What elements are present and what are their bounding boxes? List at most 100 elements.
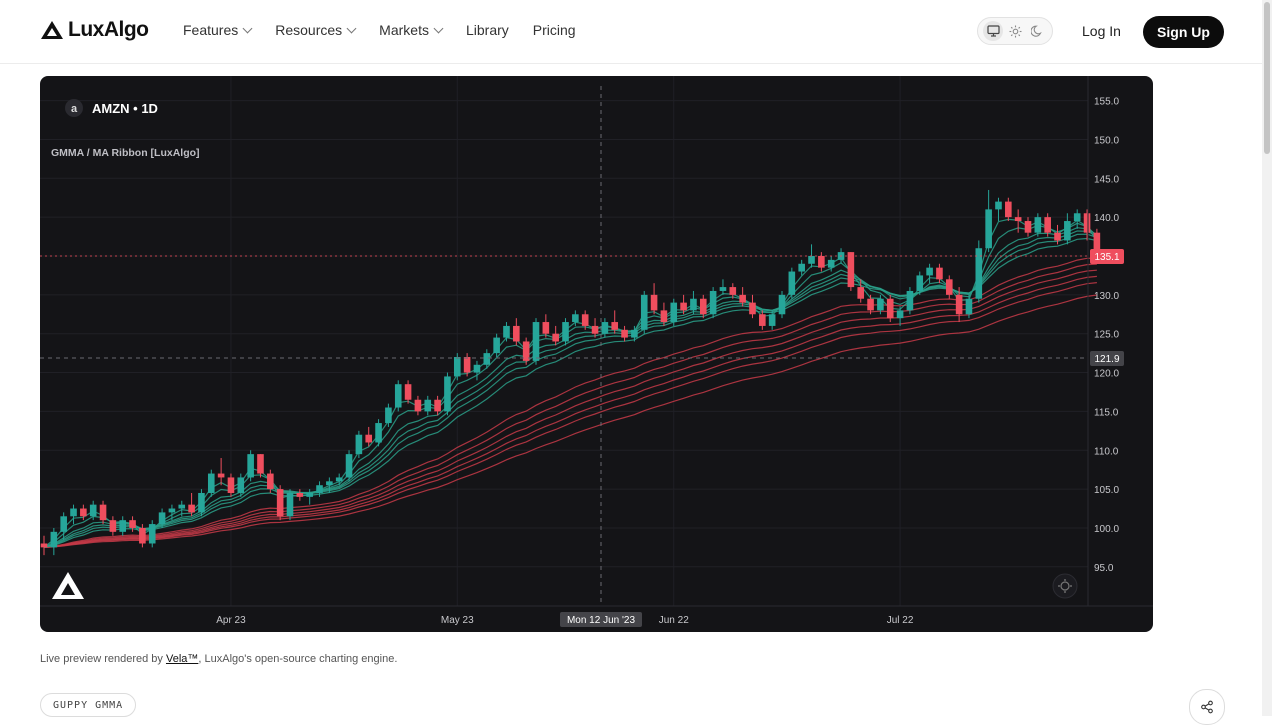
nav-label: Pricing — [532, 22, 576, 38]
moon-icon — [1031, 25, 1042, 37]
price-tick-label: 140.0 — [1094, 213, 1119, 224]
last-price-label: 135.1 — [1094, 252, 1119, 263]
candle — [1064, 213, 1071, 245]
share-button[interactable] — [1189, 689, 1225, 725]
candle — [168, 504, 176, 521]
candle — [148, 520, 156, 548]
candle — [788, 267, 796, 299]
candle — [1024, 217, 1032, 237]
candle — [749, 294, 756, 319]
nav-item-markets[interactable]: Markets — [379, 22, 444, 38]
candle — [257, 454, 264, 478]
nav-item-library[interactable]: Library — [466, 22, 509, 38]
nav-label: Resources — [275, 22, 343, 38]
vela-link[interactable]: Vela™ — [166, 653, 198, 665]
price-tick-label: 150.0 — [1094, 135, 1119, 146]
candle — [276, 485, 284, 521]
price-tick-label: 125.0 — [1094, 330, 1119, 341]
date-tick-label: Apr 23 — [216, 615, 246, 626]
candle — [286, 489, 294, 521]
candle — [345, 450, 353, 482]
price-tick-label: 130.0 — [1094, 291, 1119, 302]
sun-icon — [1009, 25, 1021, 37]
candle — [40, 535, 48, 556]
nav-label: Features — [183, 22, 239, 38]
candle — [906, 287, 914, 315]
topic-tag[interactable]: GUPPY GMMA — [40, 693, 137, 717]
crosshair-price-label: 121.9 — [1094, 354, 1119, 365]
chart-preview[interactable]: 155.0150.0145.0140.0135.0130.0125.0120.0… — [40, 76, 1153, 632]
main-nav: Features Resources Markets Library Prici… — [183, 22, 576, 38]
candle — [394, 380, 402, 412]
date-tick-label: May 23 — [441, 615, 474, 626]
luxalgo-logo[interactable]: LuxAlgo — [40, 18, 149, 42]
candle — [552, 325, 559, 346]
candle — [414, 395, 422, 416]
scrollbar-thumb[interactable] — [1264, 2, 1270, 154]
candle — [424, 395, 432, 416]
candle — [453, 353, 461, 381]
share-icon — [1201, 700, 1213, 714]
candle — [434, 395, 441, 416]
theme-light-button[interactable] — [1005, 21, 1025, 41]
chart-settings-button[interactable] — [1052, 573, 1078, 599]
candle — [670, 298, 678, 326]
nav-item-features[interactable]: Features — [183, 22, 253, 38]
symbol-name: AMZN — [92, 101, 130, 116]
symbol-badge-letter: a — [71, 103, 78, 115]
candle — [719, 279, 727, 295]
indicator-label: GMMA / MA Ribbon [LuxAlgo] — [51, 147, 200, 159]
chart-caption: Live preview rendered by Vela™, LuxAlgo'… — [40, 653, 397, 665]
nav-label: Markets — [379, 22, 429, 38]
candlestick-chart[interactable]: 155.0150.0145.0140.0135.0130.0125.0120.0… — [40, 76, 1153, 632]
luxalgo-watermark-icon — [52, 572, 84, 599]
top-navigation-bar: LuxAlgo Features Resources Markets Libra… — [0, 0, 1262, 64]
candle — [650, 283, 658, 315]
candle — [591, 318, 599, 338]
candle — [522, 337, 530, 365]
candle — [640, 290, 648, 334]
symbol-title: AMZN • 1D — [92, 101, 158, 116]
candle — [1083, 209, 1091, 241]
price-tick-label: 115.0 — [1094, 407, 1119, 418]
price-tick-label: 100.0 — [1094, 524, 1119, 535]
candle — [975, 240, 983, 303]
brand-name: LuxAlgo — [68, 18, 149, 41]
theme-system-button[interactable] — [983, 21, 1003, 41]
price-tick-label: 110.0 — [1094, 446, 1119, 457]
price-tick-label: 95.0 — [1094, 563, 1114, 574]
nav-item-pricing[interactable]: Pricing — [533, 22, 576, 38]
candle — [444, 372, 451, 416]
symbol-interval: 1D — [141, 101, 158, 116]
candle — [306, 489, 313, 505]
candle — [985, 189, 992, 253]
nav-item-resources[interactable]: Resources — [275, 22, 357, 38]
theme-dark-button[interactable] — [1027, 21, 1047, 41]
candle — [729, 283, 737, 299]
candle — [217, 458, 225, 486]
candle — [473, 360, 481, 381]
chevron-down-icon — [433, 23, 444, 33]
caption-suffix: , LuxAlgo's open-source charting engine. — [198, 653, 398, 665]
candle — [50, 527, 58, 556]
candle — [207, 469, 215, 497]
candle — [227, 473, 235, 497]
candle — [709, 287, 717, 319]
candle — [198, 489, 205, 517]
monitor-icon — [986, 25, 1000, 37]
login-link[interactable]: Log In — [1082, 23, 1121, 39]
theme-toggle — [977, 17, 1053, 45]
price-tick-label: 155.0 — [1094, 97, 1119, 108]
candle — [375, 419, 382, 447]
candle — [778, 290, 786, 319]
candle — [109, 516, 117, 536]
candle — [247, 450, 254, 482]
candle — [1073, 209, 1081, 229]
chevron-down-icon — [346, 23, 357, 33]
candle — [886, 294, 894, 323]
price-tick-label: 120.0 — [1094, 369, 1119, 380]
signup-button[interactable]: Sign Up — [1143, 16, 1224, 48]
luxalgo-logo-icon — [41, 21, 63, 39]
candle — [847, 252, 855, 291]
candle — [513, 318, 520, 346]
